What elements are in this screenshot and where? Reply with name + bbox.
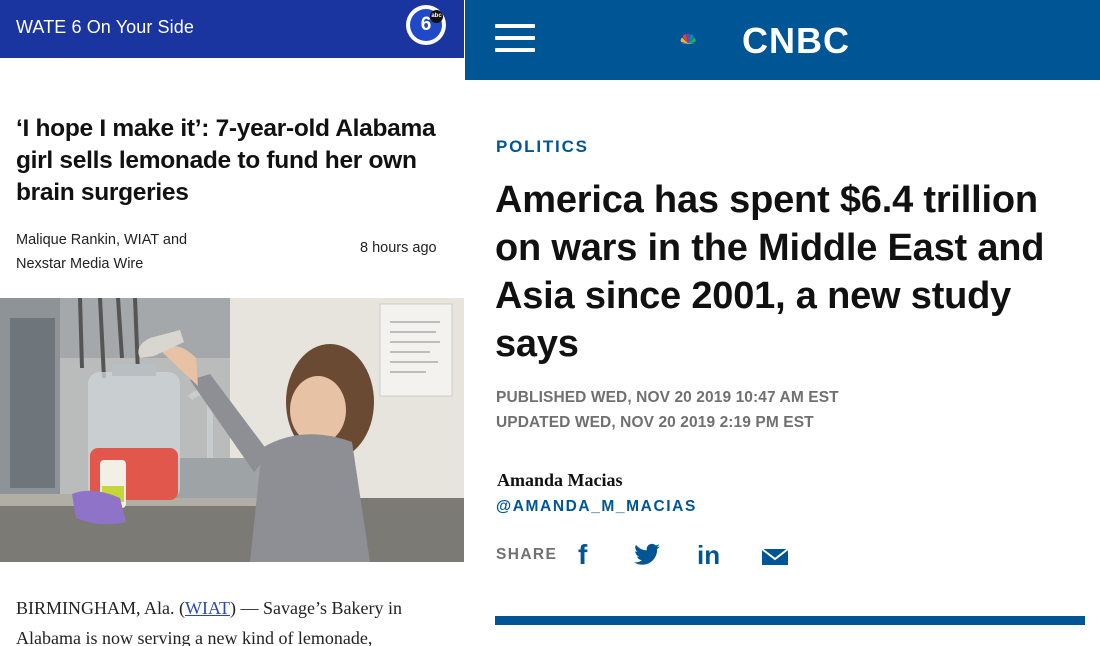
- wiat-link[interactable]: WIAT: [185, 598, 230, 618]
- cnbc-header-bar: CNBC: [465, 0, 1100, 80]
- abc-badge: abc: [430, 10, 443, 23]
- site-title[interactable]: WATE 6 On Your Side: [16, 17, 194, 38]
- byline-line-2: Nexstar Media Wire: [16, 256, 144, 272]
- author-name[interactable]: Amanda Macias: [497, 470, 623, 491]
- publish-info: PUBLISHED WED, NOV 20 2019 10:47 AM EST …: [496, 385, 839, 435]
- facebook-icon[interactable]: f: [578, 540, 600, 570]
- cnbc-wordmark[interactable]: CNBC: [742, 20, 850, 62]
- article-headline: ‘I hope I make it’: 7-year-old Alabama g…: [16, 115, 436, 206]
- body-prefix: BIRMINGHAM, Ala. (: [16, 598, 185, 618]
- published-date: PUBLISHED WED, NOV 20 2019 10:47 AM EST: [496, 389, 839, 406]
- share-label: SHARE: [496, 546, 558, 563]
- updated-date: UPDATED WED, NOV 20 2019 2:19 PM EST: [496, 414, 814, 431]
- linkedin-icon[interactable]: in: [697, 540, 727, 570]
- email-icon[interactable]: [760, 540, 790, 570]
- category-label[interactable]: POLITICS: [496, 137, 589, 157]
- cnbc-article-panel: CNBC POLITICS America has spent $6.4 tri…: [465, 0, 1100, 646]
- article-headline: America has spent $6.4 trillion on wars …: [495, 179, 1045, 365]
- article-photo: [0, 298, 464, 562]
- timestamp: 8 hours ago: [360, 240, 437, 256]
- section-divider-bar: [495, 616, 1085, 625]
- twitter-handle[interactable]: @AMANDA_M_MACIAS: [496, 498, 697, 516]
- byline: Malique Rankin, WIAT and Nexstar Media W…: [16, 228, 187, 276]
- byline-line-1[interactable]: Malique Rankin, WIAT and: [16, 228, 187, 252]
- nbc-peacock-icon[interactable]: [680, 18, 740, 60]
- wate-logo-icon[interactable]: 6 abc: [406, 5, 446, 45]
- hamburger-menu-icon[interactable]: [495, 24, 535, 54]
- twitter-icon[interactable]: [633, 540, 661, 570]
- article-body: BIRMINGHAM, Ala. (WIAT) — Savage’s Baker…: [16, 593, 456, 646]
- photo-illustration: [0, 298, 464, 562]
- wate-article-panel: WATE 6 On Your Side 6 abc ‘I hope I make…: [0, 0, 464, 646]
- wate-header-bar: WATE 6 On Your Side 6 abc: [0, 0, 464, 58]
